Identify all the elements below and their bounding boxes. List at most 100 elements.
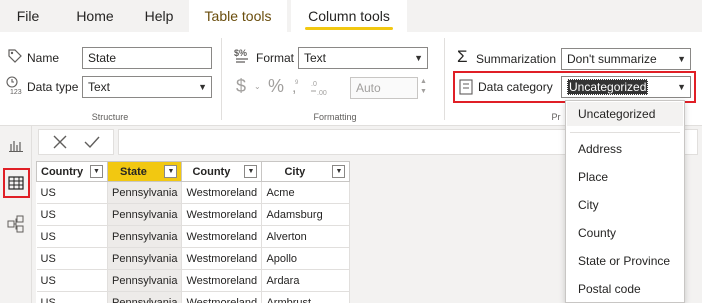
formula-actions [38, 129, 114, 155]
group-label-formatting: Formatting [313, 112, 357, 122]
table-cell[interactable]: US [36, 181, 108, 204]
data-type-value: Text [88, 80, 111, 94]
column-header-state[interactable]: State ▼ [106, 161, 183, 182]
format-icon: $% [233, 46, 253, 66]
table-row: US Pennsylvania Westmoreland Ardara [36, 269, 351, 292]
table-cell[interactable]: Westmoreland [181, 291, 263, 303]
table-cell[interactable]: US [36, 247, 108, 270]
svg-text:123: 123 [10, 89, 22, 95]
table-row: US Pennsylvania Westmoreland Apollo [36, 247, 351, 270]
name-label: Name [27, 51, 60, 65]
data-category-value: Uncategorized [567, 79, 649, 95]
column-header-label: Country [41, 165, 84, 178]
format-select[interactable]: Text ▼ [298, 47, 428, 69]
dropdown-item-address[interactable]: Address [578, 142, 622, 156]
column-header-label: City [284, 165, 306, 178]
table-row: US Pennsylvania Westmoreland Armbrust [36, 291, 351, 303]
decimal-places-input[interactable]: Auto [350, 77, 418, 99]
group-label-properties: Pr [551, 112, 561, 122]
svg-text:$%: $% [234, 48, 247, 58]
tag-icon [6, 47, 24, 65]
table-cell[interactable]: Pennsylvania [107, 181, 183, 204]
filter-dropdown-icon[interactable]: ▼ [90, 165, 103, 178]
data-category-select[interactable]: Uncategorized ▼ [561, 76, 691, 98]
table-cell[interactable]: Ardara [261, 269, 351, 292]
data-category-label: Data category [478, 80, 553, 94]
summarization-label: Summarization [476, 52, 557, 66]
tab-home[interactable]: Home [66, 0, 124, 32]
table-cell[interactable]: Westmoreland [181, 225, 263, 248]
data-category-icon [458, 78, 474, 96]
table-cell[interactable]: US [36, 269, 108, 292]
sigma-icon: Σ [457, 47, 468, 66]
spin-arrows-icon[interactable]: ▲ ▼ [420, 77, 427, 97]
table-header-row: Country ▼ State ▼ County ▼ City ▼ [36, 161, 351, 182]
filter-dropdown-icon[interactable]: ▼ [244, 165, 258, 178]
comma-style-icon[interactable]: ,9 [290, 77, 304, 97]
data-type-label: Data type [27, 80, 79, 94]
svg-text:9: 9 [295, 80, 299, 86]
table-cell[interactable]: Alverton [261, 225, 351, 248]
commit-icon[interactable] [83, 133, 101, 151]
dropdown-item-city[interactable]: City [578, 198, 599, 212]
table-cell[interactable]: Armbrust [261, 291, 351, 303]
group-label-structure: Structure [91, 112, 129, 122]
data-table: Country ▼ State ▼ County ▼ City ▼ US Pennsyl… [36, 161, 351, 303]
table-cell[interactable]: Westmoreland [181, 247, 263, 270]
model-view-icon[interactable] [6, 214, 26, 234]
dropdown-item-county[interactable]: County [578, 226, 616, 240]
name-input[interactable]: State [82, 47, 212, 69]
table-cell[interactable]: Westmoreland [181, 203, 263, 226]
dropdown-divider [570, 132, 680, 133]
format-label: Format [256, 51, 295, 65]
column-header-country[interactable]: Country ▼ [36, 161, 108, 182]
tab-column-tools[interactable]: Column tools [291, 0, 407, 32]
dropdown-item-uncategorized[interactable]: Uncategorized [578, 107, 655, 121]
auto-value: Auto [356, 81, 381, 95]
report-view-icon[interactable] [6, 136, 26, 154]
table-cell[interactable]: Adamsburg [261, 203, 351, 226]
dropdown-item-postal-code[interactable]: Postal code [578, 282, 641, 296]
tab-help[interactable]: Help [134, 0, 184, 32]
table-row: US Pennsylvania Westmoreland Adamsburg [36, 203, 351, 226]
dropdown-item-state-or-province[interactable]: State or Province [578, 254, 670, 268]
data-category-dropdown: Uncategorized Address Place City County … [565, 100, 685, 303]
tab-table-tools[interactable]: Table tools [189, 0, 287, 32]
dropdown-item-place[interactable]: Place [578, 170, 608, 184]
table-cell[interactable]: Pennsylvania [107, 203, 183, 226]
chevron-down-icon: ▼ [414, 53, 423, 63]
table-cell[interactable]: Apollo [261, 247, 351, 270]
table-cell[interactable]: US [36, 203, 108, 226]
view-rail [0, 126, 32, 303]
column-header-county[interactable]: County ▼ [181, 161, 263, 182]
table-cell[interactable]: US [36, 291, 108, 303]
summarization-select[interactable]: Don't summarize ▼ [561, 48, 691, 70]
table-cell[interactable]: Pennsylvania [107, 247, 183, 270]
table-cell[interactable]: Pennsylvania [107, 269, 183, 292]
table-cell[interactable]: US [36, 225, 108, 248]
table-cell[interactable]: Acme [261, 181, 351, 204]
filter-dropdown-icon[interactable]: ▼ [332, 165, 346, 178]
filter-dropdown-icon[interactable]: ▼ [164, 165, 178, 178]
chevron-down-icon: ▼ [677, 82, 686, 92]
data-type-select[interactable]: Text ▼ [82, 76, 212, 98]
chevron-down-icon: ▼ [198, 82, 207, 92]
table-cell[interactable]: Westmoreland [181, 269, 263, 292]
table-row: US Pennsylvania Westmoreland Alverton [36, 225, 351, 248]
column-header-city[interactable]: City ▼ [261, 161, 351, 182]
summarization-value: Don't summarize [567, 52, 657, 66]
chevron-down-icon: ⌄ [254, 82, 261, 91]
cancel-icon[interactable] [51, 133, 69, 151]
ribbon-divider [444, 38, 445, 120]
table-cell[interactable]: Westmoreland [181, 181, 263, 204]
column-header-label: State [120, 165, 147, 178]
table-cell[interactable]: Pennsylvania [107, 291, 183, 303]
decimal-icon[interactable]: .0.00 [309, 76, 331, 98]
tab-file[interactable]: File [8, 0, 48, 32]
table-row: US Pennsylvania Westmoreland Acme [36, 181, 351, 204]
currency-button[interactable]: $ [236, 76, 246, 97]
table-cell[interactable]: Pennsylvania [107, 225, 183, 248]
percent-button[interactable]: % [268, 76, 284, 97]
chevron-down-icon: ▼ [677, 54, 686, 64]
data-view-icon[interactable] [7, 174, 25, 192]
